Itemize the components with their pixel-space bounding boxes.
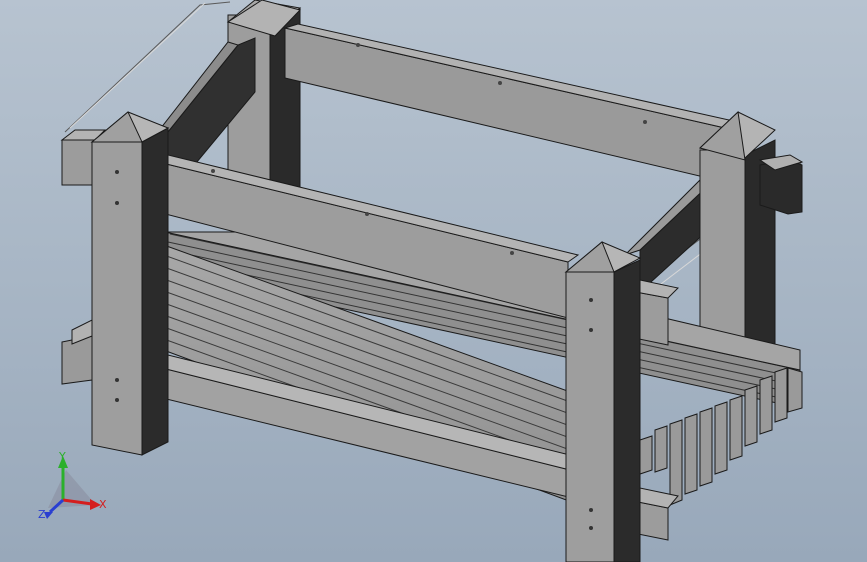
y-axis-label: Y	[58, 450, 66, 463]
back-top-rail[interactable]	[283, 23, 740, 183]
coordinate-triad[interactable]: Y X Z	[38, 450, 107, 521]
z-axis-label: Z	[38, 508, 46, 521]
front-left-post[interactable]	[90, 111, 170, 456]
model-canvas[interactable]: Y X Z	[0, 0, 867, 562]
front-right-post[interactable]	[564, 241, 642, 562]
3d-viewport[interactable]: Y X Z	[0, 0, 867, 562]
right-end-top-block[interactable]	[758, 154, 804, 215]
x-axis-label: X	[99, 498, 107, 511]
